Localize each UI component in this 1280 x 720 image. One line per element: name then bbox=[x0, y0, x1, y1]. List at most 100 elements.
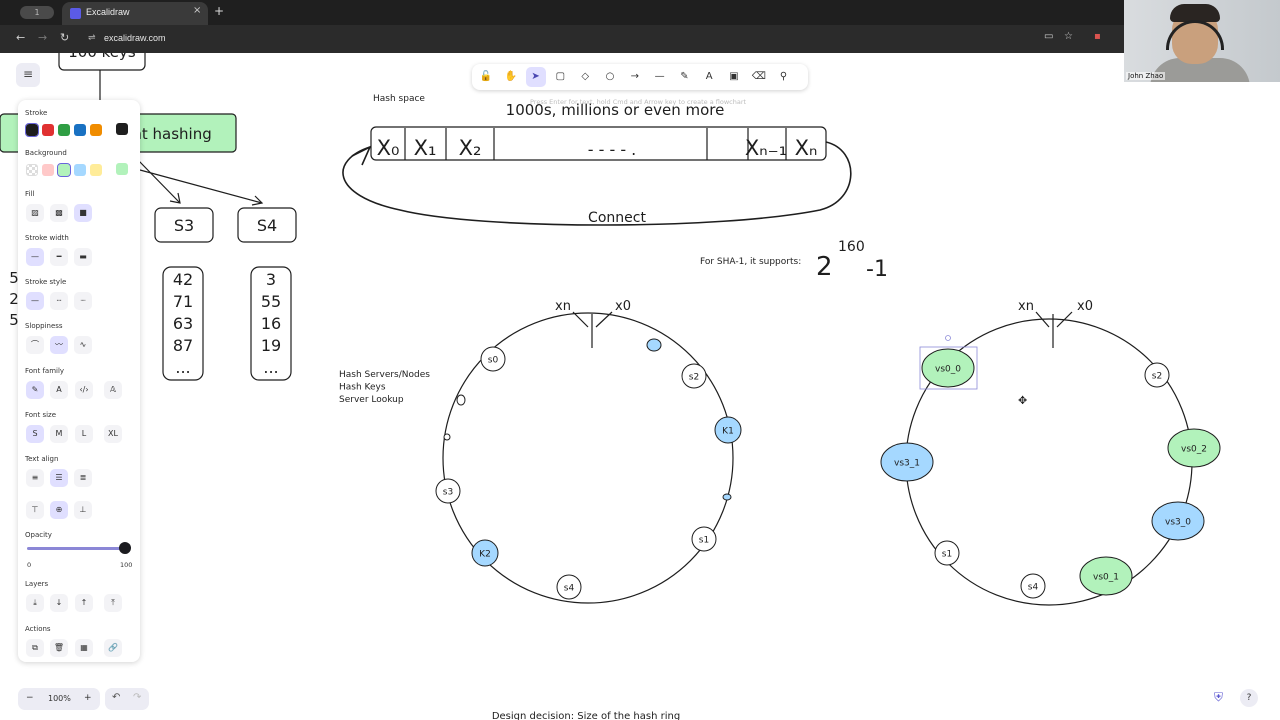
opacity-slider-handle[interactable] bbox=[119, 542, 131, 554]
cast-icon[interactable]: ▭ bbox=[1044, 31, 1053, 42]
font-size-option-2[interactable]: L bbox=[75, 425, 93, 443]
ring-node-vs0_2[interactable]: vs0_2 bbox=[1167, 428, 1221, 468]
main-menu-button[interactable]: ≡ bbox=[16, 63, 40, 87]
layer-option-1[interactable]: ↓ bbox=[50, 594, 68, 612]
font-size-option-3[interactable]: XL bbox=[104, 425, 122, 443]
stroke-style-option-0[interactable]: — bbox=[26, 292, 44, 310]
shield-icon[interactable]: ⛨ bbox=[1214, 690, 1223, 705]
text-align-option-1[interactable]: ☰ bbox=[50, 469, 68, 487]
ring-node-s2[interactable]: s2 bbox=[1144, 362, 1170, 388]
ring-node-s0[interactable]: s0 bbox=[480, 346, 506, 372]
diamond-tool-button[interactable]: ◇ bbox=[575, 67, 595, 87]
ring-node-K1[interactable]: K1 bbox=[714, 416, 742, 444]
lock-tool-button[interactable]: 🔓 bbox=[476, 67, 496, 87]
close-icon[interactable]: × bbox=[193, 5, 201, 16]
fill-option-1[interactable]: ▩ bbox=[50, 204, 68, 222]
stroke-width-option-2[interactable]: ▬ bbox=[74, 248, 92, 266]
background-color-swatch[interactable] bbox=[26, 164, 38, 176]
new-tab-button[interactable]: + bbox=[214, 4, 224, 18]
background-color-swatch[interactable] bbox=[57, 163, 71, 177]
sloppiness-option-0[interactable]: ⌒ bbox=[26, 336, 44, 354]
stroke-color-swatch[interactable] bbox=[42, 124, 54, 136]
drawing-canvas[interactable]: 100 keys Consistent hashing S3 S4 427163… bbox=[0, 53, 1280, 720]
sloppiness-option-1[interactable]: 〰 bbox=[50, 336, 68, 354]
draw-tool-button[interactable]: ✎ bbox=[674, 67, 694, 87]
fill-option-2[interactable]: ■ bbox=[74, 204, 92, 222]
font-family-option-3[interactable]: 𝔸 bbox=[104, 381, 122, 399]
tab-excalidraw[interactable]: Excalidraw × bbox=[62, 2, 208, 25]
background-current-color[interactable] bbox=[116, 163, 128, 175]
eraser-tool-button[interactable]: ⌫ bbox=[749, 67, 769, 87]
bookmark-star-icon[interactable]: ☆ bbox=[1064, 31, 1073, 42]
font-family-option-0[interactable]: ✎ bbox=[26, 381, 44, 399]
background-color-swatch[interactable] bbox=[74, 164, 86, 176]
toolbar-hint: Press Enter for text, hold Cmd and Arrow… bbox=[530, 98, 747, 106]
ring-node-vs3_0[interactable]: vs3_0 bbox=[1151, 501, 1205, 541]
undo-button[interactable]: ↶ bbox=[112, 692, 120, 703]
extension-icon[interactable]: ▪ bbox=[1094, 31, 1101, 42]
ring-node-vs0_0[interactable]: vs0_0 bbox=[921, 348, 975, 388]
vertical-align-option-2[interactable]: ⊥ bbox=[74, 501, 92, 519]
font-size-option-1[interactable]: M bbox=[50, 425, 68, 443]
forward-arrow-icon[interactable]: → bbox=[38, 31, 47, 44]
layer-option-3[interactable]: ⤒ bbox=[104, 594, 122, 612]
rectangle-tool-button[interactable]: ▢ bbox=[550, 67, 570, 87]
stroke-current-color[interactable] bbox=[116, 123, 128, 135]
ring-node-s1[interactable]: s1 bbox=[934, 540, 960, 566]
stroke-color-swatch[interactable] bbox=[58, 124, 70, 136]
site-info-icon[interactable]: ⇌ bbox=[88, 33, 96, 43]
opacity-slider[interactable] bbox=[27, 547, 127, 550]
layer-option-2[interactable]: ↑ bbox=[75, 594, 93, 612]
stroke-color-swatch[interactable] bbox=[74, 124, 86, 136]
zoom-out-button[interactable]: − bbox=[26, 693, 34, 703]
font-family-option-2[interactable]: ‹/› bbox=[75, 381, 93, 399]
ring1-nodes: s0 s2 K1 s1 s4 K2 s3 bbox=[435, 346, 742, 600]
ring-node-s4[interactable]: s4 bbox=[1020, 573, 1046, 599]
font-size-option-0[interactable]: S bbox=[26, 425, 44, 443]
font-family-option-1[interactable]: A bbox=[50, 381, 68, 399]
stroke-width-option-0[interactable]: — bbox=[26, 248, 44, 266]
action-option-3[interactable]: 🔗 bbox=[104, 639, 122, 657]
url-field[interactable]: excalidraw.com bbox=[104, 33, 166, 43]
redo-button[interactable]: ↷ bbox=[133, 692, 141, 703]
ring-node-s2[interactable]: s2 bbox=[681, 363, 707, 389]
design-note: Design decision: Size of the hash ring bbox=[492, 711, 680, 720]
stroke-width-option-1[interactable]: ━ bbox=[50, 248, 68, 266]
ring-node-vs3_1[interactable]: vs3_1 bbox=[880, 442, 934, 482]
vertical-align-option-0[interactable]: ⊤ bbox=[26, 501, 44, 519]
zoom-in-button[interactable]: + bbox=[84, 693, 92, 703]
action-option-2[interactable]: ▦ bbox=[75, 639, 93, 657]
zoom-level[interactable]: 100% bbox=[48, 694, 71, 703]
layer-option-0[interactable]: ⤓ bbox=[26, 594, 44, 612]
action-option-1[interactable]: 🗑 bbox=[50, 639, 68, 657]
ring-node-s1[interactable]: s1 bbox=[691, 526, 717, 552]
stroke-color-swatch[interactable] bbox=[90, 124, 102, 136]
extra-tools-button[interactable]: ⚲ bbox=[774, 67, 794, 87]
hand-tool-button[interactable]: ✋ bbox=[501, 67, 521, 87]
fill-option-0[interactable]: ▨ bbox=[26, 204, 44, 222]
background-color-swatch[interactable] bbox=[90, 164, 102, 176]
image-tool-button[interactable]: ▣ bbox=[724, 67, 744, 87]
ring-node-vs0_1[interactable]: vs0_1 bbox=[1079, 556, 1133, 596]
back-arrow-icon[interactable]: ← bbox=[16, 31, 25, 44]
vertical-align-option-1[interactable]: ⊕ bbox=[50, 501, 68, 519]
selection-tool-button[interactable]: ➤ bbox=[525, 67, 546, 87]
text-tool-button[interactable]: A bbox=[699, 67, 719, 87]
help-button[interactable]: ? bbox=[1240, 689, 1258, 707]
text-align-option-0[interactable]: ≡ bbox=[26, 469, 44, 487]
reload-icon[interactable]: ↻ bbox=[60, 31, 69, 44]
stroke-style-option-2[interactable]: ┈ bbox=[74, 292, 92, 310]
tab-group[interactable]: 1 bbox=[20, 6, 54, 19]
sloppiness-option-2[interactable]: ∿ bbox=[74, 336, 92, 354]
arrow-tool-button[interactable]: → bbox=[625, 67, 645, 87]
ring-node-s3[interactable]: s3 bbox=[435, 478, 461, 504]
line-tool-button[interactable]: — bbox=[650, 67, 670, 87]
stroke-style-option-1[interactable]: ┄ bbox=[50, 292, 68, 310]
action-option-0[interactable]: ⧉ bbox=[26, 639, 44, 657]
stroke-color-swatch[interactable] bbox=[25, 123, 39, 137]
ring-node-s4[interactable]: s4 bbox=[556, 574, 582, 600]
ring-node-K2[interactable]: K2 bbox=[471, 539, 499, 567]
text-align-option-2[interactable]: ≣ bbox=[74, 469, 92, 487]
ellipse-tool-button[interactable]: ○ bbox=[600, 67, 620, 87]
background-color-swatch[interactable] bbox=[42, 164, 54, 176]
